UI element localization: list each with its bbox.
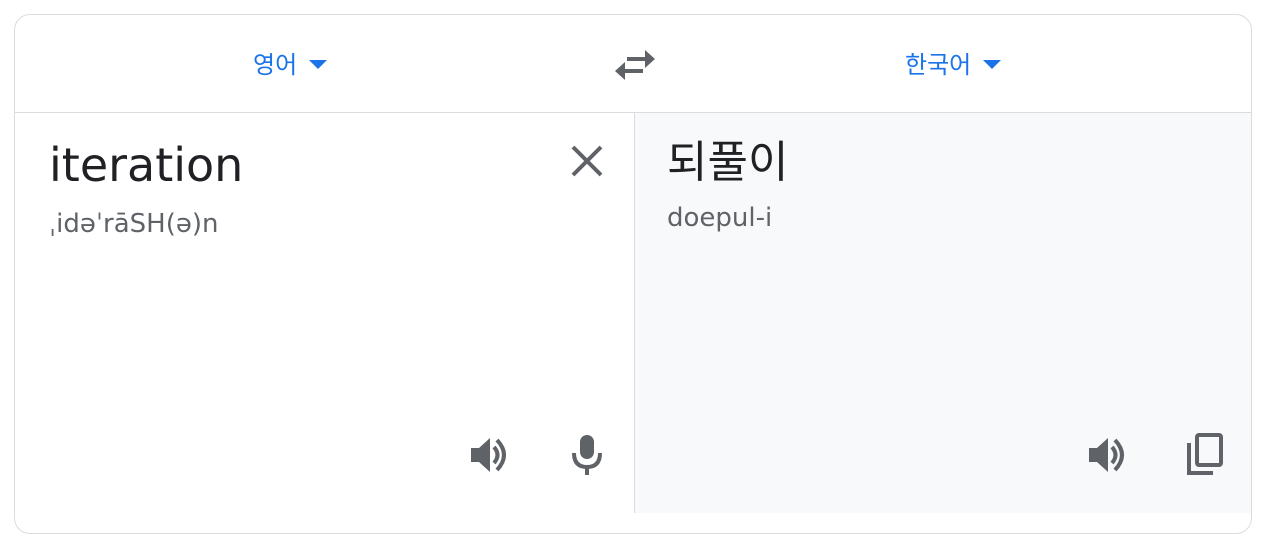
listen-source-button[interactable] — [467, 431, 515, 479]
language-bar: 영어 한국어 — [15, 15, 1251, 113]
source-phonetic: ˌidəˈrāSH(ə)n — [49, 209, 219, 239]
listen-translation-button[interactable] — [1085, 431, 1133, 479]
microphone-icon — [572, 435, 602, 475]
target-panel: 되풀이 doepul-i — [635, 113, 1251, 513]
copy-icon — [1187, 433, 1223, 475]
translation-romanization: doepul-i — [667, 203, 773, 233]
source-panel: iteration ˌidəˈrāSH(ə)n — [15, 113, 635, 513]
speaker-icon — [1089, 438, 1124, 472]
voice-input-button[interactable] — [563, 431, 611, 479]
translate-card: 영어 한국어 iteration ˌidəˈrāSH(ə)n 되풀이 doepu… — [14, 14, 1252, 534]
target-language-selector[interactable]: 한국어 — [905, 45, 1002, 80]
swap-languages-button[interactable] — [613, 47, 657, 83]
target-language-label: 한국어 — [905, 51, 972, 79]
source-language-selector[interactable]: 영어 — [253, 45, 328, 80]
caret-down-icon — [309, 60, 328, 69]
speaker-icon — [471, 438, 506, 472]
close-icon — [571, 145, 603, 177]
translation-text: 되풀이 — [667, 137, 789, 188]
clear-button[interactable] — [563, 137, 611, 185]
source-language-label: 영어 — [253, 51, 298, 79]
swap-arrows-icon — [615, 50, 655, 80]
caret-down-icon — [983, 60, 1002, 69]
source-text-input[interactable]: iteration — [49, 137, 243, 193]
copy-translation-button[interactable] — [1181, 431, 1229, 479]
